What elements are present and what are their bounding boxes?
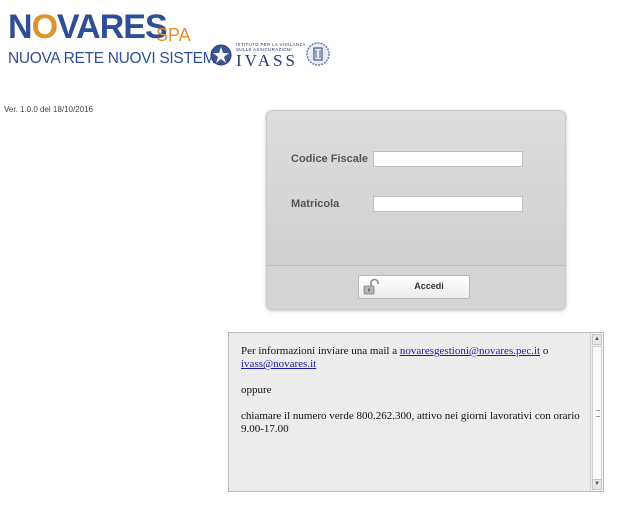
login-divider: [267, 265, 565, 266]
email-link-ivass[interactable]: ivass@novares.it: [241, 358, 316, 370]
matricola-label: Matricola: [291, 198, 340, 210]
ivass-logo: ISTITUTO PER LA VIGILANZA SULLE ASSICURA…: [210, 40, 330, 70]
matricola-input[interactable]: [373, 196, 523, 212]
email-link-novaresgestioni[interactable]: novaresgestioni@novares.pec.it: [400, 345, 540, 357]
codice-fiscale-label: Codice Fiscale: [291, 153, 369, 165]
novares-logo: NOVARES SPA NUOVA RETE NUOVI SISTEMI: [8, 6, 220, 67]
info-text: Per informazioni inviare una mail a nova…: [241, 345, 581, 436]
unlock-icon: [363, 278, 379, 295]
italian-emblem-icon: [210, 44, 232, 66]
codice-fiscale-input[interactable]: [373, 151, 523, 167]
info-box: Per informazioni inviare una mail a nova…: [228, 332, 604, 492]
info-phone: chiamare il numero verde 800.262.300, at…: [241, 410, 580, 435]
scroll-thumb[interactable]: [592, 346, 602, 480]
ivass-name: IVASS: [236, 51, 298, 70]
info-oppure: oppure: [241, 384, 272, 396]
info-scrollbar[interactable]: ▲ ▼: [590, 333, 603, 491]
ivass-seal-icon: [306, 42, 330, 66]
accedi-button-label: Accedi: [414, 281, 444, 291]
novares-spa-label: SPA: [156, 25, 191, 45]
login-panel: Codice Fiscale Matricola Accedi: [266, 110, 566, 310]
novares-tagline: NUOVA RETE NUOVI SISTEMI: [8, 50, 220, 67]
novares-wordmark: NOVARES: [8, 8, 168, 46]
info-line-email: Per informazioni inviare una mail a nova…: [241, 345, 549, 370]
scroll-grip-icon: [596, 410, 600, 417]
scroll-up-arrow-icon[interactable]: ▲: [592, 334, 602, 345]
scroll-down-arrow-icon[interactable]: ▼: [592, 479, 602, 490]
version-label: Ver. 1.0.0 del 18/10/2016: [4, 105, 93, 114]
accedi-button[interactable]: Accedi: [358, 275, 470, 299]
